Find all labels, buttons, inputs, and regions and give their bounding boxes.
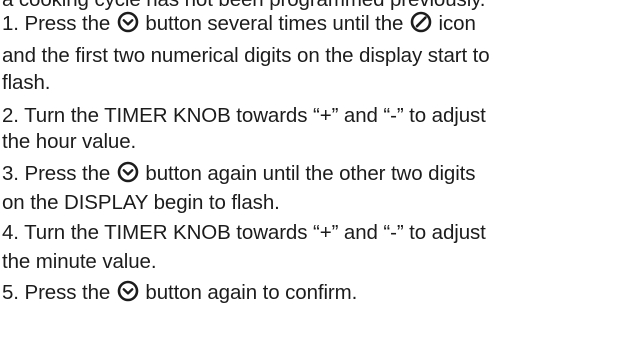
- step-4-line-2: the minute value.: [2, 250, 157, 273]
- step-4-line-1: 4. Turn the TIMER KNOB towards “+” and “…: [2, 221, 486, 244]
- step-2-line-2: the hour value.: [2, 130, 137, 153]
- clock-check-icon: [117, 11, 139, 33]
- step-1-line-2: and the first two numerical digits on th…: [2, 44, 490, 67]
- clock-check-icon: [117, 280, 139, 302]
- step-1-line-1: 1. Press the button several times until …: [2, 11, 476, 35]
- step-1-line-3: flash.: [2, 71, 51, 94]
- timer-dial-icon: [410, 11, 432, 33]
- step-3-line-2: on the DISPLAY begin to flash.: [2, 191, 280, 214]
- step-5-line-1: 5. Press the button again to confirm.: [2, 280, 358, 304]
- step-2-line-1: 2. Turn the TIMER KNOB towards “+” and “…: [2, 104, 486, 127]
- step-3-line-1: 3. Press the button again until the othe…: [2, 161, 476, 185]
- clock-check-icon: [117, 161, 139, 183]
